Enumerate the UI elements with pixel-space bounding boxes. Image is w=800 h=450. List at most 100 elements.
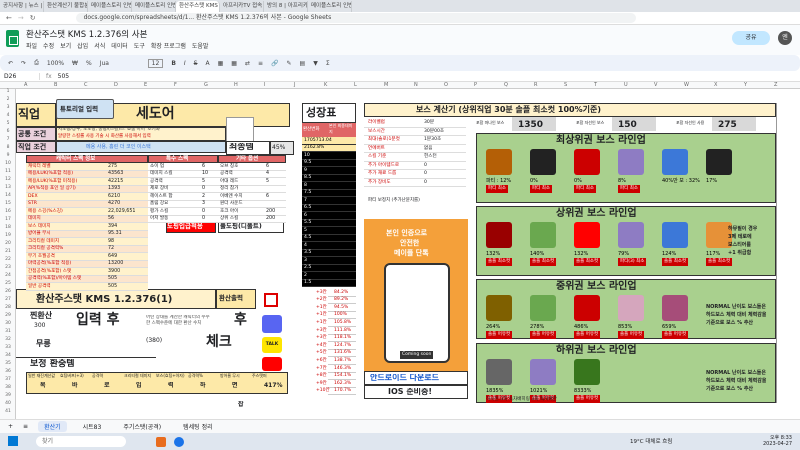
row-header[interactable]: 31 xyxy=(0,329,16,334)
output-checkbox[interactable] xyxy=(264,293,278,307)
row-header[interactable]: 17 xyxy=(0,217,16,222)
sheets-logo-icon[interactable] xyxy=(6,30,19,47)
row-header[interactable]: 28 xyxy=(0,305,16,310)
column-header[interactable]: T xyxy=(594,82,597,89)
boss-portrait[interactable] xyxy=(618,295,644,321)
boss-portrait[interactable] xyxy=(486,222,512,248)
column-header[interactable]: K xyxy=(324,82,327,89)
boss-setting-value[interactable]: 1분30초 xyxy=(424,136,441,144)
row-header[interactable]: 11 xyxy=(0,169,16,174)
bold-icon[interactable]: B xyxy=(171,60,176,67)
fill-color-icon[interactable]: ▦ xyxy=(218,60,224,67)
menu-item[interactable]: 도움말 xyxy=(192,41,209,50)
boss-portrait[interactable] xyxy=(486,149,512,175)
menu-item[interactable]: 수정 xyxy=(43,41,54,50)
kakaotalk-icon[interactable]: TALK xyxy=(262,337,282,353)
comment-icon[interactable]: ✎ xyxy=(286,60,291,67)
row-header[interactable]: 38 xyxy=(0,385,16,390)
boss-portrait[interactable] xyxy=(706,149,732,175)
row-header[interactable]: 21 xyxy=(0,249,16,254)
text-color-icon[interactable]: A xyxy=(205,60,209,67)
taskbar-browser-icon[interactable] xyxy=(174,436,184,447)
boss-setting-value[interactable]: 30분00초 xyxy=(424,128,444,136)
row-header[interactable]: 25 xyxy=(0,281,16,286)
row-header[interactable]: 27 xyxy=(0,297,16,302)
boss-portrait[interactable] xyxy=(574,222,600,248)
taskbar-apps-icon[interactable] xyxy=(156,436,166,447)
row-header[interactable]: 22 xyxy=(0,257,16,262)
function-icon[interactable]: Σ xyxy=(326,60,330,67)
strikethrough-icon[interactable]: S xyxy=(194,60,198,67)
column-header[interactable]: Z xyxy=(774,82,777,89)
sheet-tab[interactable]: 환산기 xyxy=(38,421,67,432)
bottom-table-sub[interactable]: 목 xyxy=(40,382,46,390)
merge-icon[interactable]: ⇄ xyxy=(245,60,250,67)
sheet-tab[interactable]: 주기스탯(공격) xyxy=(117,421,167,432)
boss-setting-value[interactable]: 0 xyxy=(424,179,427,187)
row-header[interactable]: 14 xyxy=(0,193,16,198)
back-icon[interactable]: ← xyxy=(6,14,12,22)
row-header[interactable]: 4 xyxy=(0,113,16,118)
browser-tab[interactable]: 메이플스토리 인벤 : 환산 주 xyxy=(132,1,176,12)
boss-portrait[interactable] xyxy=(530,295,556,321)
column-header[interactable]: O xyxy=(444,82,448,89)
boss-setting-value[interactable]: 0 xyxy=(424,170,427,178)
row-header[interactable]: 8 xyxy=(0,145,16,150)
forward-icon[interactable]: → xyxy=(18,14,24,22)
chart-icon[interactable]: ▤ xyxy=(300,60,306,67)
other-value[interactable]: 5 xyxy=(266,178,269,186)
column-header[interactable]: V xyxy=(654,82,657,89)
menu-item[interactable]: 파일 xyxy=(26,41,37,50)
menu-item[interactable]: 보기 xyxy=(60,41,71,50)
windows-start-icon[interactable] xyxy=(8,436,18,446)
link-icon[interactable]: 🔗 xyxy=(271,60,278,67)
row-header[interactable]: 16 xyxy=(0,209,16,214)
row-header[interactable]: 9 xyxy=(0,153,16,158)
add-sheet-icon[interactable]: + xyxy=(8,423,13,430)
youtube-icon[interactable] xyxy=(262,357,282,371)
browser-tab[interactable]: 환산계산기 불합분: 네이버 xyxy=(44,1,88,12)
row-header[interactable]: 34 xyxy=(0,353,16,358)
italic-icon[interactable]: I xyxy=(184,60,186,67)
currency-icon[interactable]: ₩ xyxy=(72,60,78,67)
row-header[interactable]: 1 xyxy=(0,89,16,94)
column-header[interactable]: R xyxy=(534,82,537,89)
reload-icon[interactable]: ↻ xyxy=(30,14,36,22)
sheet-grid[interactable]: 직업 세도어 튜토리얼 입력 공통 조건 지도링/상투, 도도링, 풍링/(스킬… xyxy=(16,89,800,419)
undo-icon[interactable]: ↶ xyxy=(8,60,13,67)
clock[interactable]: 오후 8:33 2023-04-27 xyxy=(763,435,792,447)
formula-input[interactable]: 505 xyxy=(58,73,69,80)
column-header[interactable]: E xyxy=(144,82,147,89)
row-header[interactable]: 26 xyxy=(0,289,16,294)
bottom-table-sub[interactable]: 바 xyxy=(72,382,78,390)
row-header[interactable]: 12 xyxy=(0,177,16,182)
other-value[interactable]: 200 xyxy=(266,215,275,223)
column-header[interactable]: A xyxy=(24,82,27,89)
row-header[interactable]: 23 xyxy=(0,265,16,270)
column-header[interactable]: M xyxy=(384,82,388,89)
row-header[interactable]: 2 xyxy=(0,97,16,102)
boss-portrait[interactable] xyxy=(662,149,688,175)
boss-portrait[interactable] xyxy=(486,359,512,385)
column-header[interactable]: X xyxy=(714,82,717,89)
row-header[interactable]: 3 xyxy=(0,105,16,110)
column-header[interactable]: W xyxy=(684,82,689,89)
taskbar-search[interactable]: 찾기 xyxy=(36,436,126,447)
boss-portrait[interactable] xyxy=(662,222,688,248)
column-header[interactable]: J xyxy=(294,82,295,89)
weather[interactable]: 19°C 대체로 흐림 xyxy=(630,437,672,445)
browser-tab[interactable]: 공지사항 | 뉴스 | 메이플스 xyxy=(0,1,44,12)
browser-tab[interactable]: 메이플스토리 인벤 자유게시 xyxy=(308,1,352,12)
avatar[interactable]: 엔 xyxy=(778,31,792,45)
browser-tab[interactable]: 방의 8 | 아프리카TV 플레이 xyxy=(264,1,308,12)
bottom-table-sub[interactable]: 로 xyxy=(104,382,110,390)
boss-portrait[interactable] xyxy=(574,359,600,385)
column-header[interactable]: S xyxy=(564,82,567,89)
boss-portrait[interactable] xyxy=(530,359,556,385)
row-header[interactable]: 6 xyxy=(0,129,16,134)
borders-icon[interactable]: ▦ xyxy=(231,60,237,67)
boss-portrait[interactable] xyxy=(530,222,556,248)
column-header[interactable]: H xyxy=(234,82,238,89)
row-header[interactable]: 13 xyxy=(0,185,16,190)
boss-portrait[interactable] xyxy=(662,295,688,321)
